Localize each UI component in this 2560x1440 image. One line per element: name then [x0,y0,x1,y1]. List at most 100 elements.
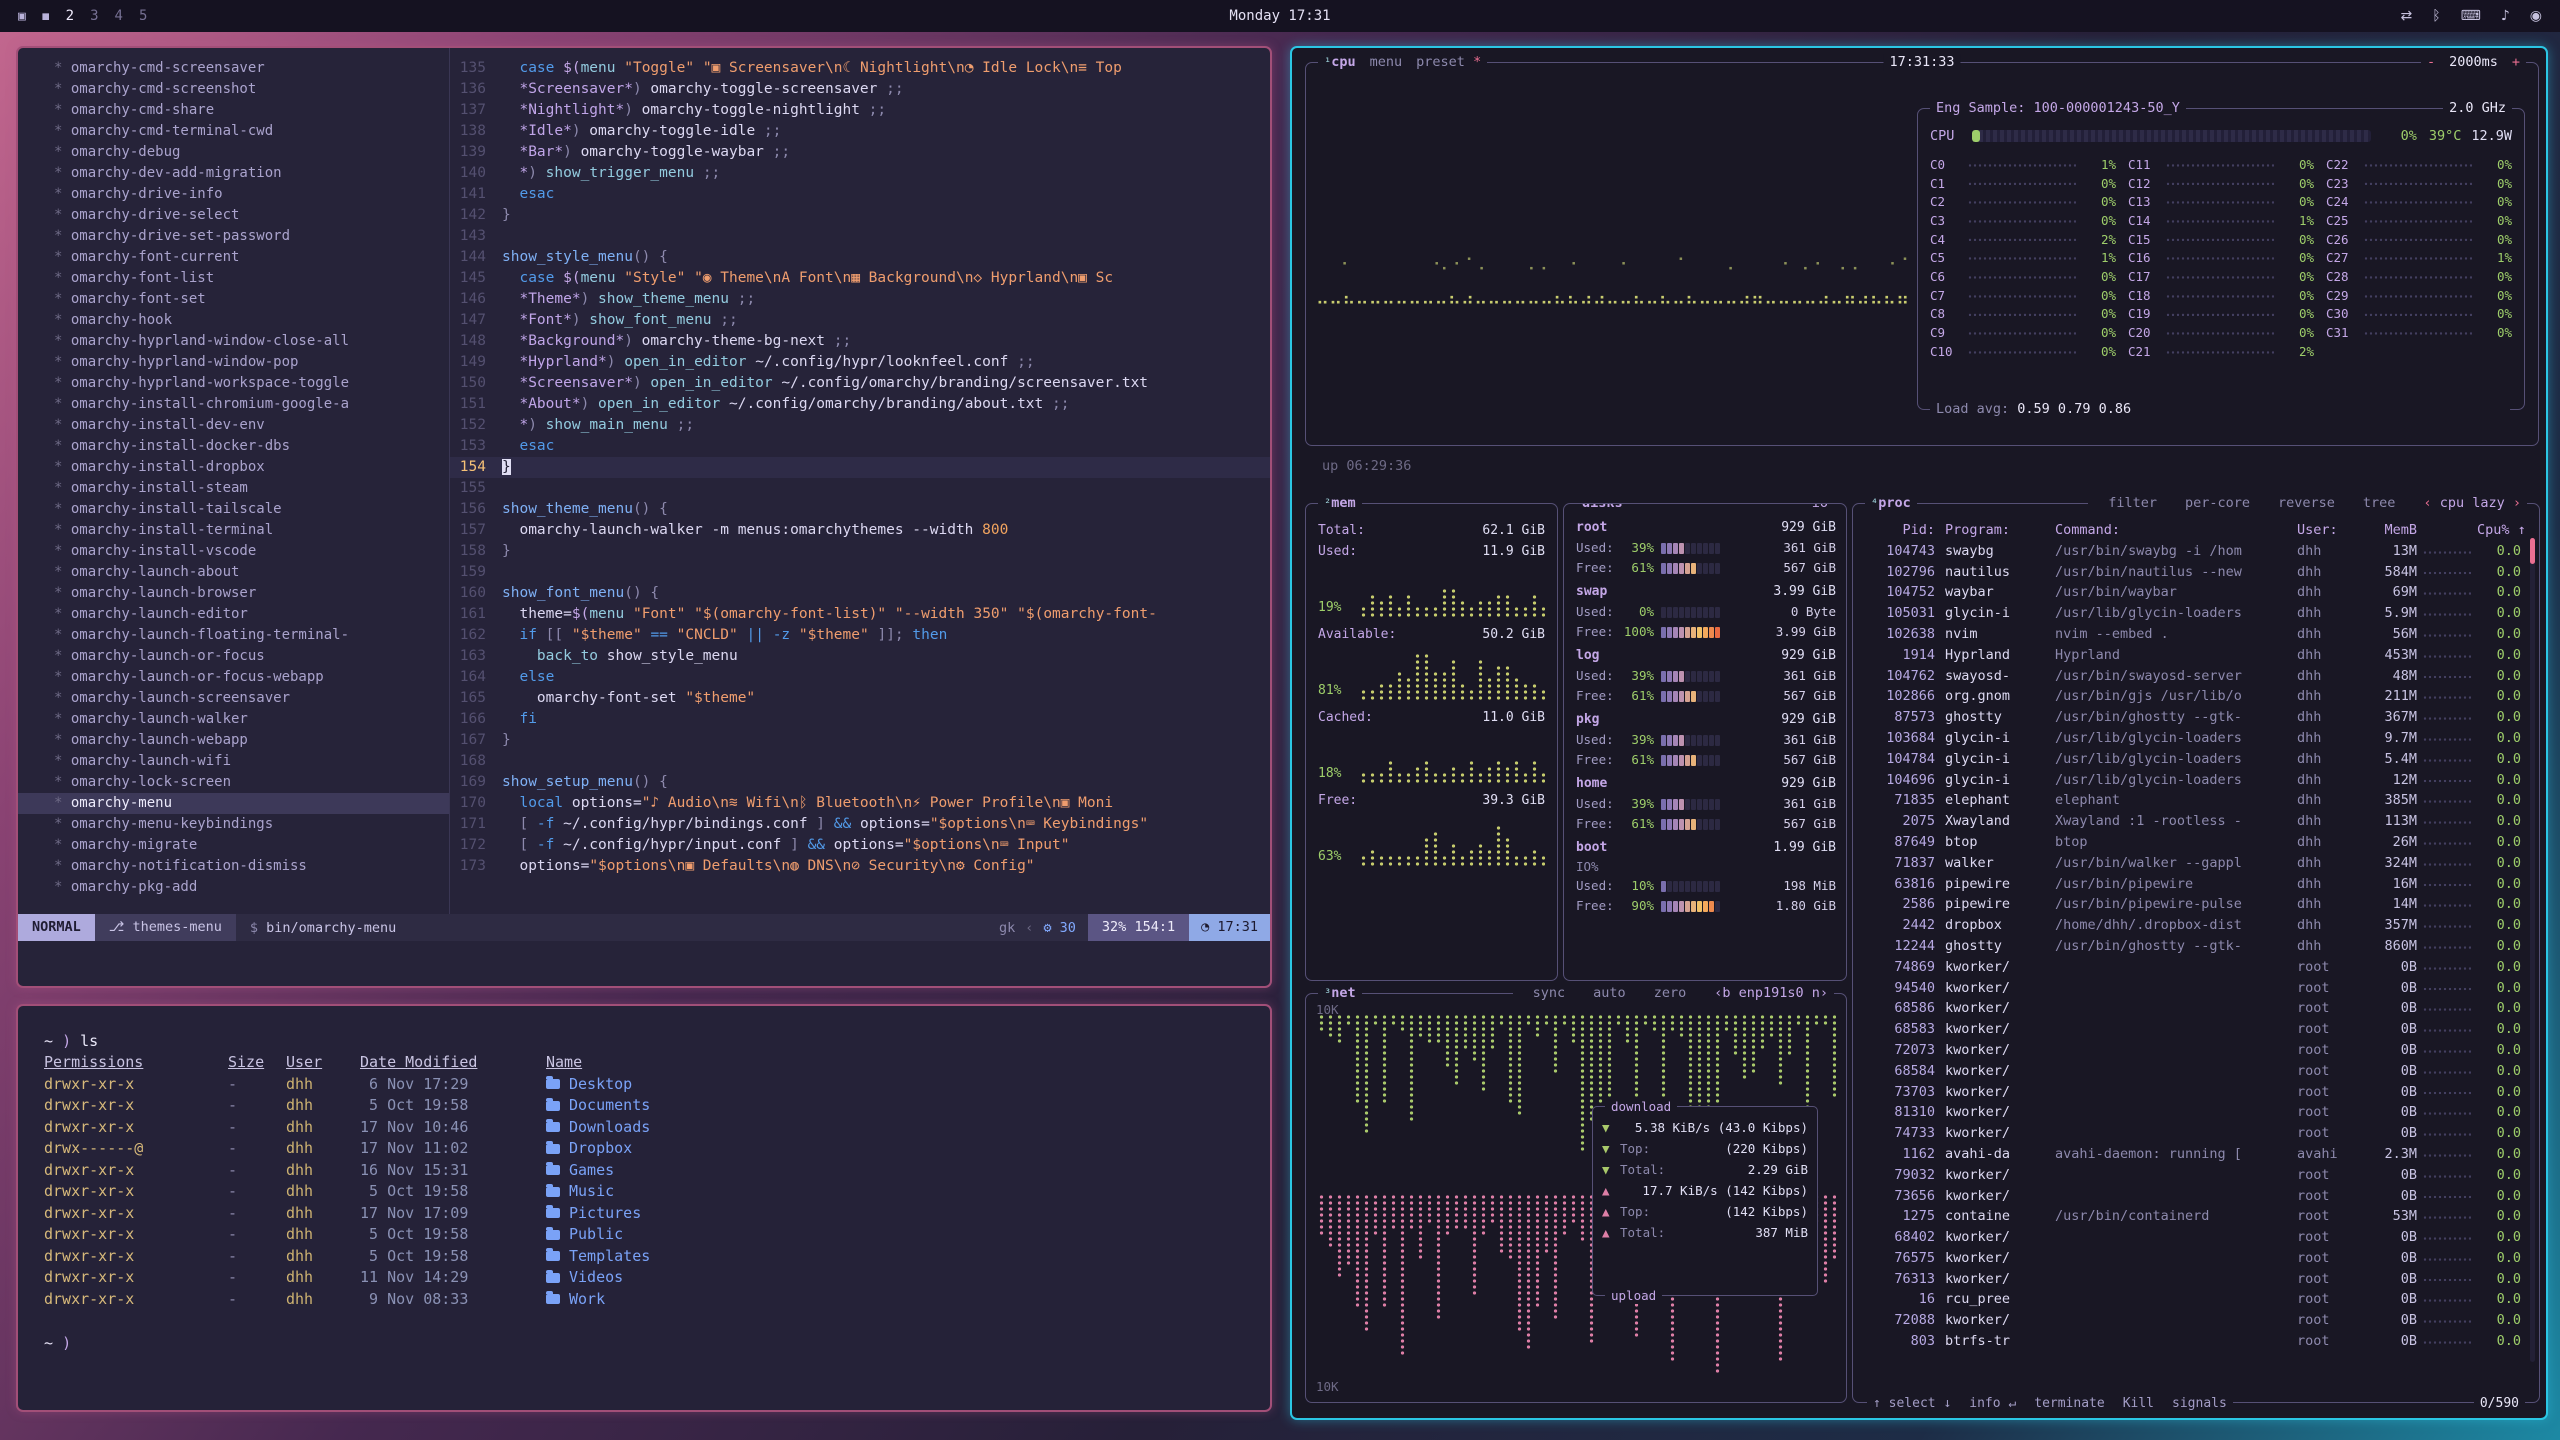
process-row[interactable]: 72088kworker/root0B0.0 [1863,1310,2529,1331]
interval-decrease-button[interactable]: - [2427,54,2435,71]
code-line[interactable]: 150 *Screensaver*) open_in_editor ~/.con… [450,373,1270,394]
code-line[interactable]: 137 *Nightlight*) omarchy-toggle-nightli… [450,100,1270,121]
proc-sort-selector[interactable]: ‹ cpu lazy › [2423,495,2521,512]
process-row[interactable]: 74869kworker/root0B0.0 [1863,957,2529,978]
file-item[interactable]: * omarchy-launch-screensaver [18,688,449,709]
file-item[interactable]: * omarchy-launch-webapp [18,730,449,751]
io-toggle[interactable]: io [1806,503,1834,512]
file-item[interactable]: * omarchy-dev-add-migration [18,163,449,184]
process-row[interactable]: 68583kworker/root0B0.0 [1863,1019,2529,1040]
file-item[interactable]: * omarchy-font-current [18,247,449,268]
process-row[interactable]: 94540kworker/root0B0.0 [1863,978,2529,999]
code-line[interactable]: 154} [450,457,1270,478]
file-item[interactable]: * omarchy-cmd-terminal-cwd [18,121,449,142]
proc-footer-button-1[interactable]: info ↵ [1969,1396,2016,1411]
workspace-2[interactable]: 2 [66,8,74,24]
process-row[interactable]: 104762swayosd-/usr/bin/swayosd-serverdhh… [1863,666,2529,687]
file-item[interactable]: * omarchy-hyprland-workspace-toggle [18,373,449,394]
code-line[interactable]: 143 [450,226,1270,247]
process-row[interactable]: 76575kworker/root0B0.0 [1863,1248,2529,1269]
process-row[interactable]: 74733kworker/root0B0.0 [1863,1123,2529,1144]
code-line[interactable]: 146 *Theme*) show_theme_menu ;; [450,289,1270,310]
file-item[interactable]: * omarchy-install-vscode [18,541,449,562]
file-item[interactable]: * omarchy-cmd-screenshot [18,79,449,100]
terminal-prompt[interactable]: ~ ) [44,1332,1244,1354]
code-line[interactable]: 166 fi [450,709,1270,730]
file-item[interactable]: * omarchy-launch-walker [18,709,449,730]
process-row[interactable]: 79032kworker/root0B0.0 [1863,1165,2529,1186]
net-interface-selector[interactable]: ‹b enp191s0 n› [1714,985,1828,1002]
file-item[interactable]: * omarchy-launch-wifi [18,751,449,772]
workspace-icon-2[interactable]: ◼ [42,9,50,24]
code-line[interactable]: 155 [450,478,1270,499]
code-line[interactable]: 152 *) show_main_menu ;; [450,415,1270,436]
workspace-4[interactable]: 4 [115,8,123,24]
proc-footer-button-3[interactable]: Kill [2123,1396,2154,1411]
net-auto-button[interactable]: auto [1593,985,1626,1002]
code-line[interactable]: 142} [450,205,1270,226]
proc-footer-button-0[interactable]: ↑ select ↓ [1873,1396,1951,1411]
file-item[interactable]: * omarchy-install-steam [18,478,449,499]
file-item[interactable]: * omarchy-install-docker-dbs [18,436,449,457]
process-row[interactable]: 68584kworker/root0B0.0 [1863,1061,2529,1082]
process-row[interactable]: 1914HyprlandHyprlanddhh453M0.0 [1863,645,2529,666]
file-item[interactable]: * omarchy-launch-or-focus [18,646,449,667]
file-item[interactable]: * omarchy-drive-set-password [18,226,449,247]
code-line[interactable]: 160show_font_menu() { [450,583,1270,604]
file-item[interactable]: * omarchy-install-chromium-google-a [18,394,449,415]
code-line[interactable]: 162 if [[ "$theme" == "CNCLD" || -z "$th… [450,625,1270,646]
code-line[interactable]: 165 omarchy-font-set "$theme" [450,688,1270,709]
file-item[interactable]: * omarchy-launch-floating-terminal- [18,625,449,646]
process-row[interactable]: 104752waybar/usr/bin/waybardhh69M0.0 [1863,582,2529,603]
code-line[interactable]: 163 back_to show_style_menu [450,646,1270,667]
file-item[interactable]: * omarchy-font-set [18,289,449,310]
code-line[interactable]: 164 else [450,667,1270,688]
keyboard-icon[interactable]: ⌨ [2461,8,2481,24]
file-item[interactable]: * omarchy-cmd-screensaver [18,58,449,79]
code-line[interactable]: 148 *Background*) omarchy-theme-bg-next … [450,331,1270,352]
process-row[interactable]: 68586kworker/root0B0.0 [1863,998,2529,1019]
process-row[interactable]: 104696glycin-i/usr/lib/glycin-loadersdhh… [1863,770,2529,791]
process-row[interactable]: 104743swaybg/usr/bin/swaybg -i /homdhh13… [1863,541,2529,562]
code-line[interactable]: 144show_style_menu() { [450,247,1270,268]
proc-table-header[interactable]: Pid: Program: Command: User: MemB Cpu% ↑ [1863,520,2529,541]
process-row[interactable]: 803btrfs-trroot0B0.0 [1863,1331,2529,1352]
process-row[interactable]: 81310kworker/root0B0.0 [1863,1102,2529,1123]
file-item[interactable]: * omarchy-install-dev-env [18,415,449,436]
process-row[interactable]: 87573ghostty/usr/bin/ghostty --gtk-dhh36… [1863,707,2529,728]
network-icon[interactable]: ⇄ [2400,8,2412,24]
process-row[interactable]: 2075XwaylandXwayland :1 -rootless -dhh11… [1863,811,2529,832]
process-row[interactable]: 2442dropbox/home/dhh/.dropbox-distdhh357… [1863,915,2529,936]
code-line[interactable]: 141 esac [450,184,1270,205]
proc-tree-button[interactable]: tree [2363,495,2396,512]
code-line[interactable]: 168 [450,751,1270,772]
file-item[interactable]: * omarchy-install-terminal [18,520,449,541]
net-sync-button[interactable]: sync [1533,985,1566,1002]
code-line[interactable]: 171 [ -f ~/.config/hypr/bindings.conf ] … [450,814,1270,835]
file-item[interactable]: * omarchy-install-tailscale [18,499,449,520]
file-item[interactable]: * omarchy-notification-dismiss [18,856,449,877]
power-icon[interactable]: ◉ [2530,8,2542,24]
process-row[interactable]: 2586pipewire/usr/bin/pipewire-pulsedhh14… [1863,894,2529,915]
code-line[interactable]: 140 *) show_trigger_menu ;; [450,163,1270,184]
file-item[interactable]: * omarchy-launch-editor [18,604,449,625]
code-line[interactable]: 167} [450,730,1270,751]
file-item[interactable]: * omarchy-font-list [18,268,449,289]
file-item[interactable]: * omarchy-launch-about [18,562,449,583]
process-row[interactable]: 63816pipewire/usr/bin/pipewiredhh16M0.0 [1863,874,2529,895]
preset-button[interactable]: preset * [1416,54,1481,71]
code-line[interactable]: 159 [450,562,1270,583]
code-line[interactable]: 173 options="$options\n▣ Defaults\n◍ DNS… [450,856,1270,877]
code-lines[interactable]: 135 case $(menu "Toggle" "▣ Screensaver\… [450,48,1270,914]
process-row[interactable]: 71835elephantelephantdhh385M0.0 [1863,790,2529,811]
code-line[interactable]: 169show_setup_menu() { [450,772,1270,793]
code-line[interactable]: 135 case $(menu "Toggle" "▣ Screensaver\… [450,58,1270,79]
code-line[interactable]: 139 *Bar*) omarchy-toggle-waybar ;; [450,142,1270,163]
interval-increase-button[interactable]: + [2512,54,2520,71]
workspace-3[interactable]: 3 [90,8,98,24]
proc-per-core-button[interactable]: per-core [2185,495,2250,512]
code-line[interactable]: 158} [450,541,1270,562]
process-row[interactable]: 103684glycin-i/usr/lib/glycin-loadersdhh… [1863,728,2529,749]
file-item[interactable]: * omarchy-drive-select [18,205,449,226]
file-item[interactable]: * omarchy-debug [18,142,449,163]
